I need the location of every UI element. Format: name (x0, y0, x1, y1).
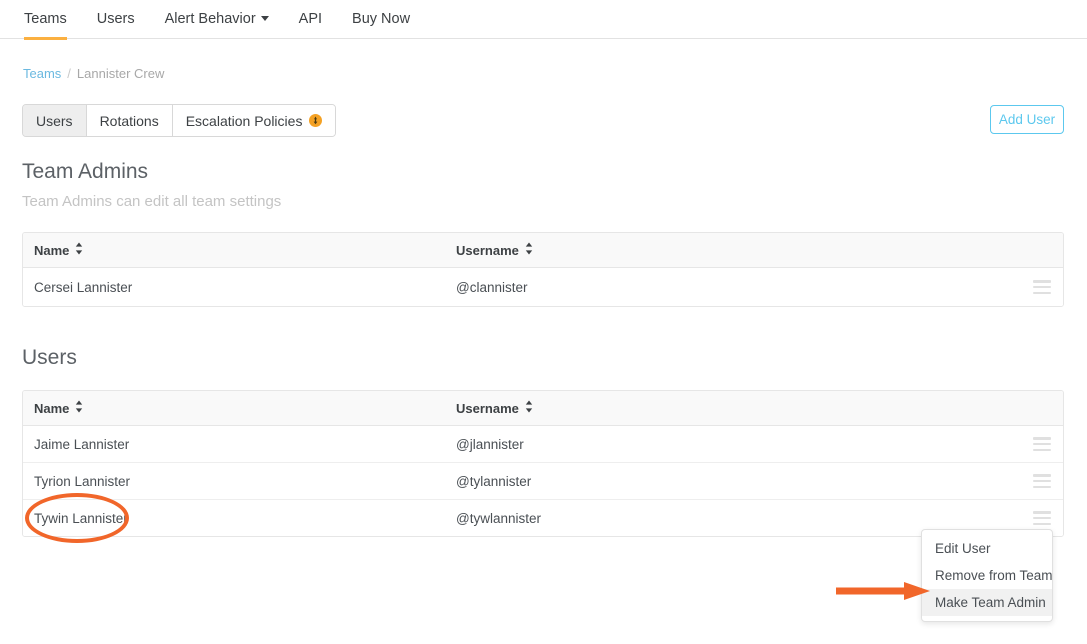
nav-item-users-label: Users (96, 11, 135, 27)
nav-item-api[interactable]: API (299, 0, 322, 40)
table-header-row: Name Username (23, 233, 1063, 268)
chevron-down-icon (260, 15, 269, 21)
tab-escalation-policies-label: Escalation Policies (185, 112, 303, 129)
breadcrumb-separator: / (67, 66, 71, 81)
team-admins-table: Name Username Cersei Lannister @clannist… (22, 232, 1064, 307)
top-navigation-items: Teams Users Alert Behavior API Buy Now (0, 0, 1087, 40)
nav-item-buy-now[interactable]: Buy Now (352, 0, 410, 40)
sort-icon (525, 242, 533, 258)
cell-name: Jaime Lannister (34, 436, 130, 452)
tab-users[interactable]: Users (23, 105, 87, 136)
sort-icon (75, 242, 83, 258)
nav-item-teams[interactable]: Teams (24, 0, 67, 40)
team-admins-subtitle: Team Admins can edit all team settings (22, 193, 282, 210)
tab-rotations-label: Rotations (99, 112, 159, 129)
breadcrumb-link-teams[interactable]: Teams (23, 66, 61, 81)
column-header-name[interactable]: Name (23, 400, 456, 416)
column-header-name-label: Name (34, 242, 70, 258)
add-user-button[interactable]: Add User (990, 105, 1064, 134)
hamburger-menu-icon[interactable] (1033, 511, 1051, 525)
tab-escalation-policies[interactable]: Escalation Policies (172, 105, 336, 136)
cell-name: Cersei Lannister (34, 279, 133, 295)
table-row: Cersei Lannister @clannister (23, 268, 1063, 306)
cell-username: @tywlannister (456, 510, 541, 526)
annotation-arrow-pointer (836, 581, 932, 601)
column-header-username-label: Username (456, 242, 519, 258)
nav-item-buy-now-label: Buy Now (352, 11, 411, 27)
cell-username: @jlannister (456, 436, 524, 452)
nav-item-alert-behavior[interactable]: Alert Behavior (165, 0, 269, 40)
table-row: Tywin Lannister @tywlannister (23, 500, 1063, 536)
hamburger-menu-icon[interactable] (1033, 437, 1051, 451)
breadcrumb: Teams / Lannister Crew (23, 66, 164, 81)
cell-username: @tylannister (456, 473, 532, 489)
tab-users-label: Users (36, 112, 73, 129)
table-header-row: Name Username (23, 391, 1063, 426)
column-header-username-label: Username (456, 400, 519, 416)
cell-name: Tywin Lannister (34, 510, 128, 526)
users-heading: Users (22, 346, 77, 369)
menu-item-make-team-admin[interactable]: Make Team Admin (922, 589, 1052, 616)
column-header-username[interactable]: Username (456, 400, 856, 416)
hamburger-menu-icon[interactable] (1033, 280, 1051, 294)
nav-item-alert-behavior-label: Alert Behavior (164, 11, 256, 27)
team-admins-heading: Team Admins (22, 160, 149, 183)
table-row: Jaime Lannister @jlannister (23, 426, 1063, 463)
nav-item-api-label: API (298, 11, 323, 27)
table-row: Tyrion Lannister @tylannister (23, 463, 1063, 500)
nav-item-teams-label: Teams (24, 11, 67, 27)
team-section-tabs: Users Rotations Escalation Policies (22, 104, 337, 137)
hamburger-menu-icon[interactable] (1033, 474, 1051, 488)
nav-item-users[interactable]: Users (97, 0, 135, 40)
tab-rotations[interactable]: Rotations (86, 105, 173, 136)
cell-name: Tyrion Lannister (34, 473, 131, 489)
row-context-menu: Edit User Remove from Team Make Team Adm… (921, 529, 1053, 622)
sort-icon (525, 400, 533, 416)
users-table: Name Username Jaime Lannister @jlanniste… (22, 390, 1064, 537)
menu-item-edit-user[interactable]: Edit User (922, 535, 1052, 562)
sort-icon (75, 400, 83, 416)
column-header-username[interactable]: Username (456, 242, 856, 258)
cell-username: @clannister (456, 279, 528, 295)
top-navigation-bar: Teams Users Alert Behavior API Buy Now (0, 0, 1087, 40)
menu-item-remove-from-team[interactable]: Remove from Team (922, 562, 1053, 589)
breadcrumb-current-team: Lannister Crew (76, 66, 165, 81)
column-header-name-label: Name (34, 400, 70, 416)
column-header-name[interactable]: Name (23, 242, 456, 258)
down-arrow-icon (309, 114, 323, 127)
